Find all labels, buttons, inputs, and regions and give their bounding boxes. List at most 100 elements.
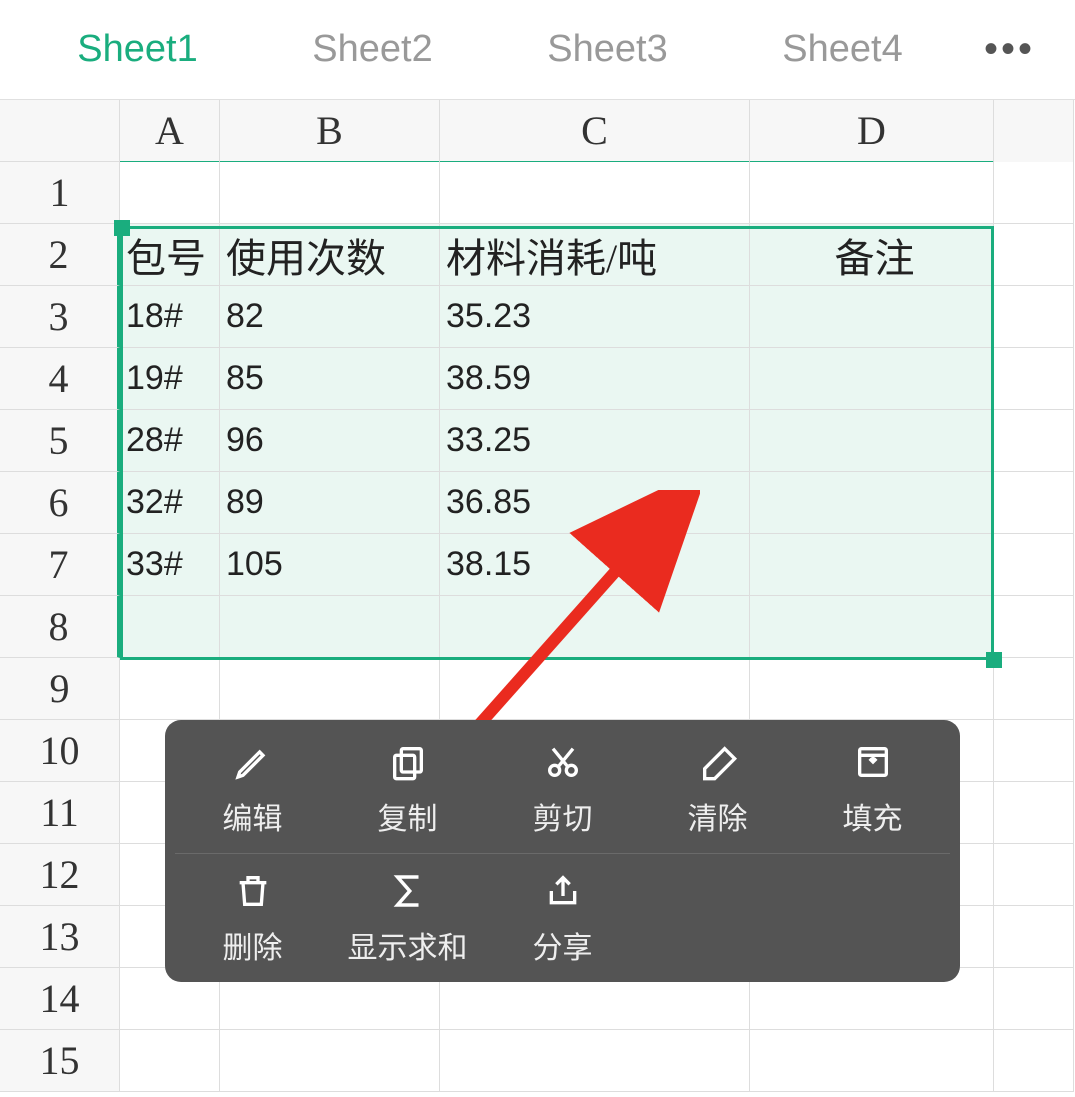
cell-A9[interactable]: [120, 658, 220, 720]
cell-D4[interactable]: [750, 348, 994, 410]
sum-label: 显示求和: [348, 923, 468, 967]
corner-cell[interactable]: [0, 100, 120, 162]
selection-handle-br[interactable]: [986, 652, 1002, 668]
cell-A5[interactable]: 28#: [120, 410, 220, 472]
cell-C8[interactable]: [440, 596, 750, 658]
cell-B7[interactable]: 105: [220, 534, 440, 596]
tab-sheet3[interactable]: Sheet3: [490, 28, 725, 71]
cell-E10[interactable]: [994, 720, 1074, 782]
row-header-13[interactable]: 13: [0, 906, 120, 968]
fill-button[interactable]: 填充: [795, 740, 950, 838]
sheet-tabs: Sheet1 Sheet2 Sheet3 Sheet4 •••: [0, 0, 1075, 100]
row-header-7[interactable]: 7: [0, 534, 120, 596]
copy-button[interactable]: 复制: [330, 740, 485, 838]
row-header-8[interactable]: 8: [0, 596, 120, 658]
tab-sheet1[interactable]: Sheet1: [20, 28, 255, 71]
row-header-9[interactable]: 9: [0, 658, 120, 720]
cell-E4[interactable]: [994, 348, 1074, 410]
cut-label: 剪切: [533, 794, 593, 838]
row-header-1[interactable]: 1: [0, 162, 120, 224]
column-header-A[interactable]: A: [120, 100, 220, 164]
fill-icon: [851, 740, 895, 784]
cell-A2[interactable]: 包号: [120, 224, 220, 286]
row-header-10[interactable]: 10: [0, 720, 120, 782]
cell-A15[interactable]: [120, 1030, 220, 1092]
cell-B6[interactable]: 89: [220, 472, 440, 534]
cell-E5[interactable]: [994, 410, 1074, 472]
share-button[interactable]: 分享: [485, 869, 640, 967]
cell-B4[interactable]: 85: [220, 348, 440, 410]
cell-E15[interactable]: [994, 1030, 1074, 1092]
cell-D3[interactable]: [750, 286, 994, 348]
cell-E6[interactable]: [994, 472, 1074, 534]
row-header-2[interactable]: 2: [0, 224, 120, 286]
row-header-12[interactable]: 12: [0, 844, 120, 906]
cell-C4[interactable]: 38.59: [440, 348, 750, 410]
cell-A8[interactable]: [120, 596, 220, 658]
cell-D9[interactable]: [750, 658, 994, 720]
cell-A7[interactable]: 33#: [120, 534, 220, 596]
cell-C2[interactable]: 材料消耗/吨: [440, 224, 750, 286]
cell-E3[interactable]: [994, 286, 1074, 348]
cell-C7[interactable]: 38.15: [440, 534, 750, 596]
row-header-15[interactable]: 15: [0, 1030, 120, 1092]
cell-E14[interactable]: [994, 968, 1074, 1030]
pencil-icon: [231, 740, 275, 784]
scissors-icon: [541, 740, 585, 784]
column-header-D[interactable]: D: [750, 100, 994, 164]
cell-E11[interactable]: [994, 782, 1074, 844]
copy-label: 复制: [378, 794, 438, 838]
cell-C3[interactable]: 35.23: [440, 286, 750, 348]
cell-B1[interactable]: [220, 162, 440, 224]
cell-B9[interactable]: [220, 658, 440, 720]
cell-C5[interactable]: 33.25: [440, 410, 750, 472]
cell-D6[interactable]: [750, 472, 994, 534]
cell-E7[interactable]: [994, 534, 1074, 596]
selection-handle-tl[interactable]: [114, 220, 130, 236]
cell-E8[interactable]: [994, 596, 1074, 658]
cell-D1[interactable]: [750, 162, 994, 224]
cell-C9[interactable]: [440, 658, 750, 720]
row-header-11[interactable]: 11: [0, 782, 120, 844]
column-header-B[interactable]: B: [220, 100, 440, 164]
share-label: 分享: [533, 923, 593, 967]
delete-button[interactable]: 删除: [175, 869, 330, 967]
cell-C6[interactable]: 36.85: [440, 472, 750, 534]
cell-A3[interactable]: 18#: [120, 286, 220, 348]
cell-A6[interactable]: 32#: [120, 472, 220, 534]
cell-D5[interactable]: [750, 410, 994, 472]
cell-B2[interactable]: 使用次数: [220, 224, 440, 286]
cell-E9[interactable]: [994, 658, 1074, 720]
column-header-E[interactable]: [994, 100, 1074, 164]
cell-A1[interactable]: [120, 162, 220, 224]
cell-B8[interactable]: [220, 596, 440, 658]
cell-D7[interactable]: [750, 534, 994, 596]
clear-button[interactable]: 清除: [640, 740, 795, 838]
row-header-4[interactable]: 4: [0, 348, 120, 410]
cell-C15[interactable]: [440, 1030, 750, 1092]
cell-E13[interactable]: [994, 906, 1074, 968]
cell-A4[interactable]: 19#: [120, 348, 220, 410]
edit-button[interactable]: 编辑: [175, 740, 330, 838]
cell-B5[interactable]: 96: [220, 410, 440, 472]
tab-sheet2[interactable]: Sheet2: [255, 28, 490, 71]
cell-E2[interactable]: [994, 224, 1074, 286]
cell-C1[interactable]: [440, 162, 750, 224]
cell-D2[interactable]: 备注: [750, 224, 994, 286]
cell-B3[interactable]: 82: [220, 286, 440, 348]
cell-D15[interactable]: [750, 1030, 994, 1092]
cell-E1[interactable]: [994, 162, 1074, 224]
edit-label: 编辑: [223, 794, 283, 838]
cut-button[interactable]: 剪切: [485, 740, 640, 838]
row-header-6[interactable]: 6: [0, 472, 120, 534]
sum-button[interactable]: 显示求和: [330, 869, 485, 967]
cell-D8[interactable]: [750, 596, 994, 658]
column-header-C[interactable]: C: [440, 100, 750, 164]
cell-E12[interactable]: [994, 844, 1074, 906]
cell-B15[interactable]: [220, 1030, 440, 1092]
more-icon[interactable]: •••: [984, 27, 1055, 72]
row-header-14[interactable]: 14: [0, 968, 120, 1030]
tab-sheet4[interactable]: Sheet4: [725, 28, 960, 71]
row-header-5[interactable]: 5: [0, 410, 120, 472]
row-header-3[interactable]: 3: [0, 286, 120, 348]
